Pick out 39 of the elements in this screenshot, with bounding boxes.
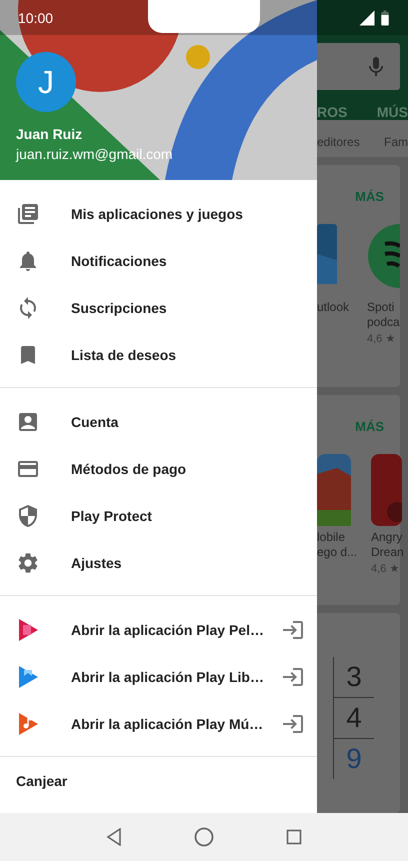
number-text: 9 bbox=[345, 742, 363, 776]
book-play-icon bbox=[18, 666, 38, 688]
menu-item[interactable]: Play Protect bbox=[0, 492, 317, 539]
barn-icon bbox=[317, 454, 351, 526]
app-title: utlook bbox=[317, 300, 350, 315]
recents-icon[interactable] bbox=[286, 829, 302, 845]
bird-icon bbox=[371, 454, 402, 526]
menu-item[interactable]: Cuenta bbox=[0, 398, 317, 445]
menu-item[interactable]: Lista de deseos bbox=[0, 331, 317, 378]
app-title: Angry bbox=[371, 530, 402, 545]
film-play-icon bbox=[18, 618, 38, 640]
envelope-icon bbox=[317, 224, 337, 284]
account-name: Juan Ruiz bbox=[16, 126, 84, 142]
back-icon[interactable] bbox=[106, 828, 122, 846]
clock: 10:00 bbox=[18, 10, 54, 26]
library-icon bbox=[16, 202, 40, 226]
shield-icon bbox=[16, 504, 40, 528]
home-icon[interactable] bbox=[194, 827, 214, 847]
menu-item[interactable]: Abrir la aplicación Play Mú… bbox=[0, 700, 317, 747]
music-play-icon bbox=[18, 712, 38, 734]
app-title: lobile bbox=[317, 530, 346, 545]
menu-item[interactable]: Métodos de pago bbox=[0, 445, 317, 492]
search-field[interactable] bbox=[317, 43, 400, 90]
menu-item[interactable]: Suscripciones bbox=[0, 284, 317, 331]
menu-item[interactable]: Abrir la aplicación Play Lib… bbox=[0, 653, 317, 700]
menu-item[interactable]: Mis aplicaciones y juegos bbox=[0, 190, 317, 237]
menu-item[interactable]: Notificaciones bbox=[0, 237, 317, 284]
menu-item[interactable]: Abrir la aplicación Play Pel… bbox=[0, 606, 317, 653]
sound-icon bbox=[367, 224, 400, 288]
menu-item[interactable]: Ajustes bbox=[0, 539, 317, 586]
number-text: 3 bbox=[334, 657, 374, 698]
app-title: podca bbox=[367, 315, 400, 330]
signal-icon bbox=[358, 8, 376, 26]
number-text: 4 bbox=[334, 698, 374, 739]
menu-item[interactable]: Canjear bbox=[0, 757, 317, 804]
settings-icon bbox=[16, 550, 40, 574]
app-title: ego d... bbox=[317, 545, 358, 560]
app-title: Drean bbox=[371, 545, 404, 560]
app-title: Spoti bbox=[367, 300, 394, 315]
